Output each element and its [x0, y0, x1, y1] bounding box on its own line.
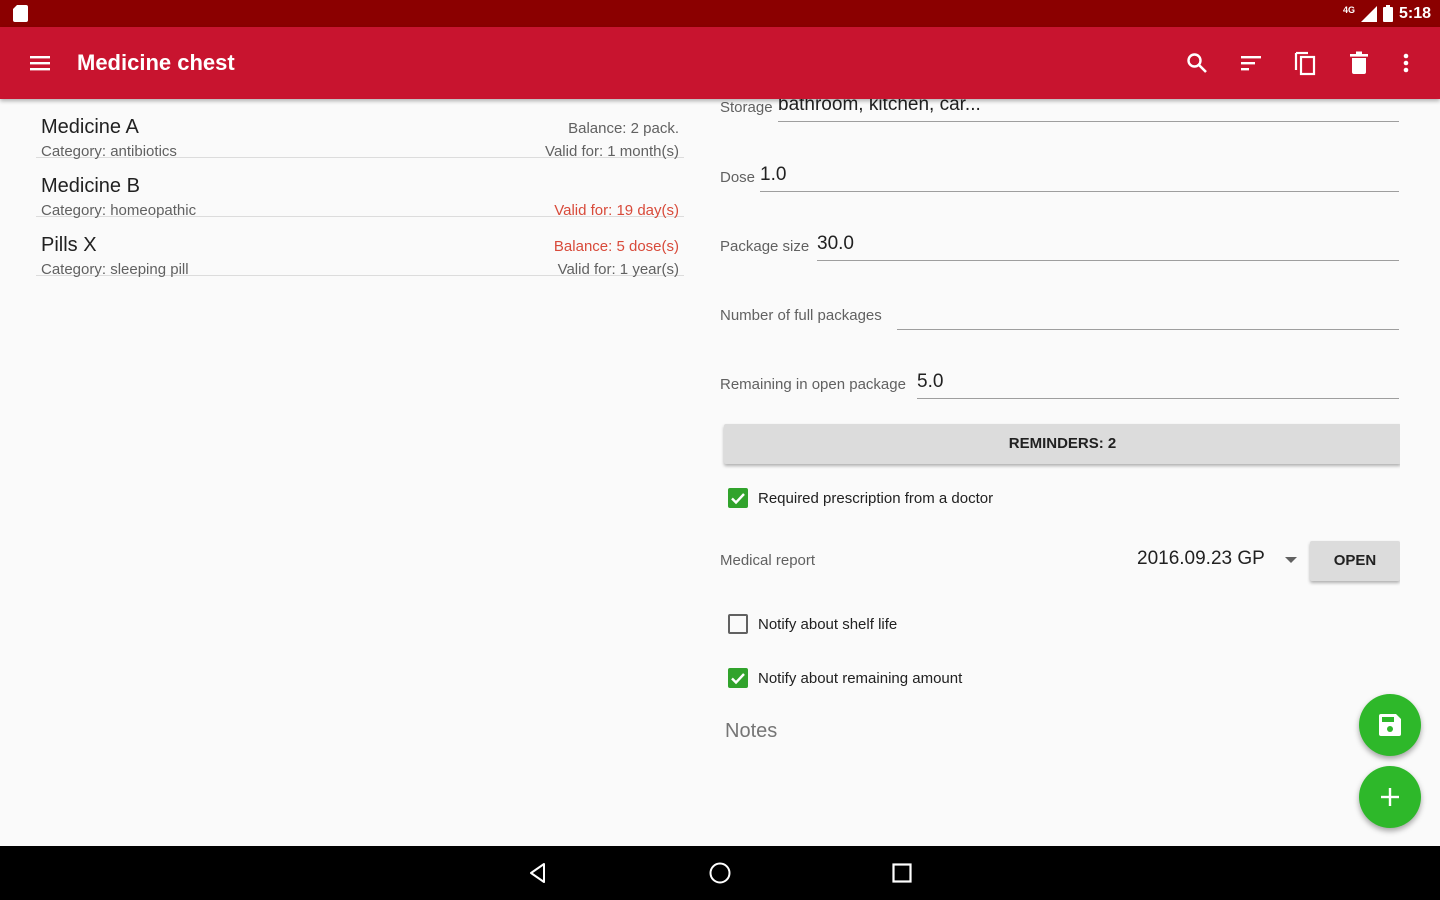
- dose-input[interactable]: 1.0: [760, 160, 1399, 192]
- add-button[interactable]: [1359, 766, 1421, 828]
- more-vert-icon: [1403, 53, 1409, 73]
- storage-input[interactable]: bathroom, kitchen, car...: [778, 99, 1399, 122]
- sort-button[interactable]: [1237, 49, 1265, 77]
- signal-icon: [1360, 5, 1377, 22]
- list-item[interactable]: Medicine B Category: homeopathic Valid f…: [36, 158, 684, 219]
- medicine-validity: Valid for: 1 year(s): [557, 261, 679, 278]
- delete-button[interactable]: [1345, 49, 1373, 77]
- prescription-label: Required prescription from a doctor: [758, 489, 994, 507]
- package-size-label: Package size: [720, 238, 810, 255]
- storage-label: Storage: [720, 99, 773, 116]
- full-packages-label: Number of full packages: [720, 307, 882, 324]
- delete-icon: [1350, 51, 1368, 74]
- notify-shelf-checkbox[interactable]: [728, 614, 748, 634]
- dropdown-arrow-icon[interactable]: [1285, 556, 1297, 564]
- reminders-button[interactable]: REMINDERS: 2: [724, 424, 1400, 464]
- notify-remaining-row[interactable]: Notify about remaining amount: [728, 667, 962, 689]
- status-bar: 4G 5:18: [0, 0, 1440, 27]
- remaining-field[interactable]: Remaining in open package 5.0: [720, 359, 1400, 399]
- package-size-field[interactable]: Package size 30.0: [720, 221, 1400, 261]
- package-size-input[interactable]: 30.0: [817, 229, 1399, 261]
- notify-shelf-label: Notify about shelf life: [758, 615, 898, 633]
- notify-shelf-row[interactable]: Notify about shelf life: [728, 613, 897, 635]
- battery-icon: [1382, 5, 1393, 22]
- check-icon: [731, 673, 745, 685]
- sd-card-icon: [13, 5, 28, 22]
- list-item[interactable]: Pills X Category: sleeping pill Balance:…: [36, 217, 684, 278]
- more-button[interactable]: [1392, 49, 1420, 77]
- notify-remaining-label: Notify about remaining amount: [758, 669, 963, 687]
- medicine-balance: Balance: 5 dose(s): [553, 238, 679, 255]
- full-packages-field[interactable]: Number of full packages: [720, 290, 1400, 330]
- medical-report-label: Medical report: [720, 552, 816, 569]
- medical-report-select[interactable]: 2016.09.23 GP: [1137, 548, 1265, 570]
- medicine-category: Category: sleeping pill: [41, 261, 189, 278]
- save-button[interactable]: [1359, 694, 1421, 756]
- copy-button[interactable]: [1291, 49, 1319, 77]
- app-title: Medicine chest: [77, 50, 235, 75]
- open-button[interactable]: OPEN: [1310, 541, 1400, 581]
- network-type: 4G: [1342, 4, 1355, 15]
- save-icon: [1379, 714, 1401, 736]
- sort-icon: [1241, 56, 1261, 71]
- prescription-row[interactable]: Required prescription from a doctor: [728, 487, 993, 509]
- list-item[interactable]: Medicine A Category: antibiotics Balance…: [36, 99, 684, 160]
- copy-icon: [1294, 51, 1316, 76]
- medicine-detail-form: Storage bathroom, kitchen, car... Dose 1…: [720, 99, 1400, 845]
- prescription-checkbox[interactable]: [728, 488, 748, 508]
- medicine-balance: Balance: 2 pack.: [568, 120, 679, 137]
- notify-remaining-checkbox[interactable]: [728, 668, 748, 688]
- home-icon[interactable]: [708, 861, 732, 885]
- medicine-list: Medicine A Category: antibiotics Balance…: [36, 99, 684, 278]
- dose-label: Dose: [720, 169, 756, 186]
- remaining-input[interactable]: 5.0: [917, 367, 1399, 399]
- menu-icon[interactable]: [28, 51, 52, 75]
- check-icon: [731, 493, 745, 505]
- medicine-name: Medicine B: [41, 175, 140, 197]
- search-button[interactable]: [1183, 49, 1211, 77]
- full-packages-input[interactable]: [897, 298, 1399, 330]
- medicine-name: Medicine A: [41, 116, 139, 138]
- storage-field[interactable]: Storage bathroom, kitchen, car...: [720, 99, 1400, 122]
- app-bar: Medicine chest: [0, 27, 1440, 99]
- search-icon: [1187, 53, 1207, 73]
- dose-field[interactable]: Dose 1.0: [720, 152, 1400, 192]
- medicine-name: Pills X: [41, 234, 97, 256]
- clock: 5:18: [1398, 4, 1431, 22]
- back-icon[interactable]: [526, 861, 550, 885]
- notes-field[interactable]: Notes: [725, 720, 777, 743]
- add-icon: [1381, 788, 1399, 806]
- recents-icon[interactable]: [890, 861, 914, 885]
- remaining-label: Remaining in open package: [720, 376, 906, 393]
- navigation-bar: [0, 846, 1440, 900]
